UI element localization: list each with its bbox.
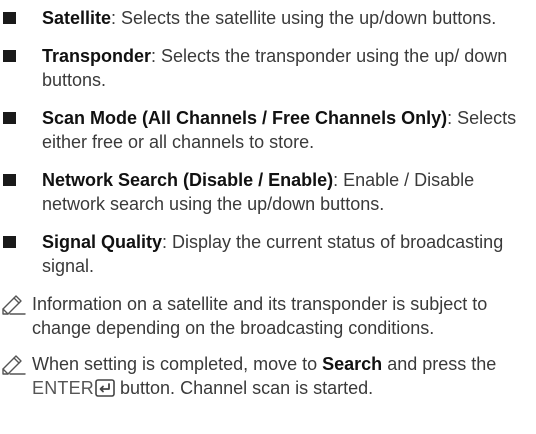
square-bullet-icon: [3, 50, 16, 62]
note-satellite-info: Information on a satellite and its trans…: [0, 292, 536, 340]
note-text-part: and press the: [382, 354, 497, 374]
term-signal-quality: Signal Quality: [42, 232, 163, 252]
enter-key-icon: [95, 379, 115, 397]
term-network-search: Network Search (Disable / Enable): [42, 170, 334, 190]
manual-page: Satellite: Selects the satellite using t…: [0, 6, 536, 412]
pencil-note-icon: [2, 355, 26, 375]
enter-key-label: ENTER: [32, 378, 95, 398]
list-item-signal-quality: Signal Quality: Display the current stat…: [0, 230, 536, 278]
square-bullet-icon: [3, 174, 16, 186]
term-scan-mode: Scan Mode (All Channels / Free Channels …: [42, 108, 448, 128]
term-satellite: Satellite: [42, 8, 112, 28]
pencil-note-icon: [2, 295, 26, 315]
note-search-enter: When setting is completed, move to Searc…: [0, 352, 536, 400]
list-item-network-search: Network Search (Disable / Enable): Enabl…: [0, 168, 536, 216]
square-bullet-icon: [3, 112, 16, 124]
list-item-satellite: Satellite: Selects the satellite using t…: [0, 6, 536, 30]
desc-satellite: : Selects the satellite using the up/dow…: [111, 8, 497, 28]
note-text: Information on a satellite and its trans…: [32, 294, 488, 338]
term-transponder: Transponder: [42, 46, 152, 66]
square-bullet-icon: [3, 236, 16, 248]
note-text-part: When setting is completed, move to: [32, 354, 323, 374]
square-bullet-icon: [3, 12, 16, 24]
list-item-scan-mode: Scan Mode (All Channels / Free Channels …: [0, 106, 536, 154]
list-item-transponder: Transponder: Selects the transponder usi…: [0, 44, 536, 92]
note-text-part: button. Channel scan is started.: [115, 378, 374, 398]
search-label: Search: [322, 354, 383, 374]
